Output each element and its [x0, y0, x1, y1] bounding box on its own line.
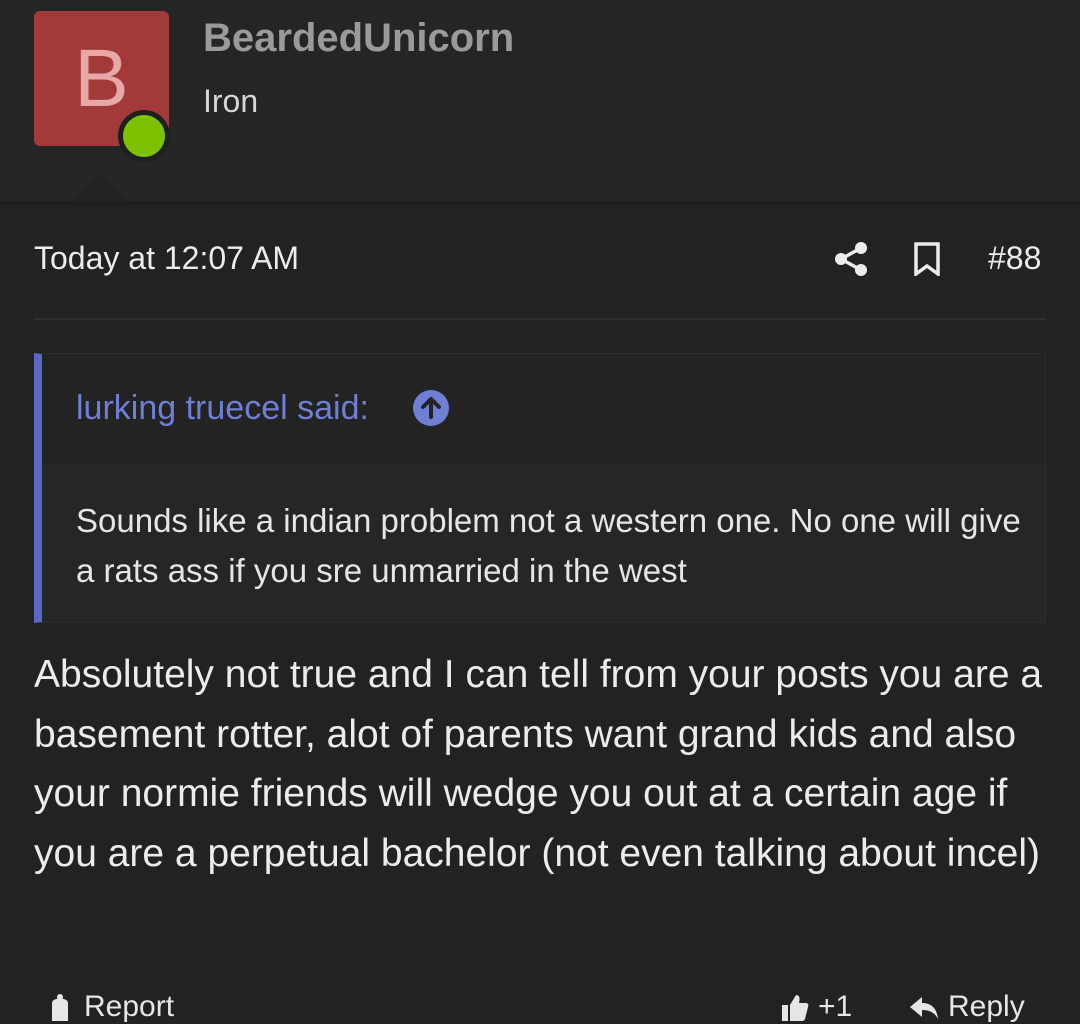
- post-number-link[interactable]: #88: [988, 240, 1041, 277]
- quote-block: lurking truecel said: Sounds like a indi…: [34, 353, 1046, 623]
- reply-arrow-icon: [910, 997, 938, 1019]
- divider: [34, 318, 1046, 320]
- like-count: +1: [818, 990, 853, 1023]
- post-body: Absolutely not true and I can tell from …: [34, 653, 1043, 875]
- user-header: B BeardedUnicorn Iron: [0, 0, 1080, 204]
- avatar-letter: B: [74, 33, 129, 124]
- flag-icon: [52, 994, 68, 1021]
- report-button[interactable]: Report: [44, 990, 174, 1024]
- username[interactable]: BeardedUnicorn: [203, 16, 514, 61]
- post-timestamp[interactable]: Today at 12:07 AM: [34, 240, 299, 277]
- online-status-indicator: [118, 110, 170, 162]
- quote-text: Sounds like a indian problem not a weste…: [76, 502, 1021, 589]
- share-icon[interactable]: [834, 241, 868, 277]
- user-title: Iron: [203, 83, 259, 119]
- arrow-up-circle-icon[interactable]: [412, 389, 450, 427]
- reply-button[interactable]: Reply: [908, 990, 1025, 1024]
- header-notch: [70, 173, 130, 203]
- bookmark-icon[interactable]: [912, 242, 942, 276]
- thumbs-up-icon: [782, 995, 809, 1021]
- quote-author[interactable]: lurking truecel said:: [76, 389, 369, 428]
- like-button[interactable]: +1: [778, 990, 852, 1024]
- reply-label: Reply: [948, 990, 1025, 1023]
- quote-header: lurking truecel said:: [42, 354, 1045, 464]
- report-label: Report: [84, 990, 175, 1023]
